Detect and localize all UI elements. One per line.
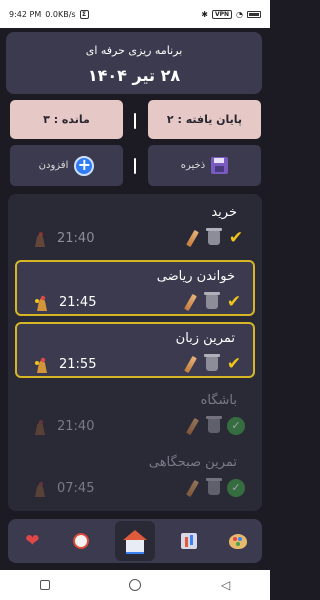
task-actions: ✔	[181, 292, 243, 312]
app-title: برنامه ریزی حرفه ای	[85, 44, 183, 57]
alarm-rooster-icon	[35, 482, 45, 497]
task-actions: ✓	[183, 416, 245, 435]
task-name: خواندن ریاضی	[156, 269, 235, 284]
home-nav-icon[interactable]	[129, 579, 142, 591]
task-time: 21:55	[59, 357, 97, 372]
stats-divider	[134, 113, 136, 129]
remaining-count-card: مانده : ۳	[10, 100, 123, 139]
task-row[interactable]: خرید 21:40 ✔	[15, 198, 255, 254]
done-badge-icon[interactable]: ✓	[227, 417, 245, 435]
tab-stats[interactable]	[174, 526, 204, 556]
trash-icon[interactable]	[205, 478, 223, 497]
status-left: 9:42 PM 0.0KB/s Σ	[9, 9, 89, 19]
trash-icon[interactable]	[203, 292, 221, 311]
palette-icon	[228, 533, 247, 549]
alarm-rooster-icon	[35, 232, 45, 247]
edit-pencil-icon[interactable]	[183, 229, 201, 247]
status-speed: 0.0KB/s	[45, 9, 76, 19]
plus-icon: +	[74, 155, 95, 176]
trash-icon[interactable]	[205, 416, 223, 435]
task-time: 21:40	[57, 231, 95, 246]
bluetooth-icon: ✱	[201, 9, 208, 19]
app-screen: برنامه ریزی حرفه ای ۲۸ تیر ۱۴۰۴ پایان یا…	[0, 28, 270, 570]
back-icon[interactable]: ◁	[221, 578, 230, 592]
recents-icon[interactable]	[39, 580, 50, 590]
tab-favorites[interactable]: ❤	[17, 526, 47, 556]
task-time: 21:40	[57, 419, 95, 434]
task-name: تمرین زبان	[175, 331, 235, 346]
edit-pencil-icon[interactable]	[181, 355, 199, 373]
vpn-icon: VPN	[211, 9, 233, 19]
alarm-clock-icon	[73, 533, 90, 549]
home-icon	[122, 530, 147, 554]
edit-pencil-icon[interactable]	[181, 293, 199, 311]
current-date: ۲۸ تیر ۱۴۰۴	[87, 66, 181, 85]
edit-pencil-icon[interactable]	[183, 479, 201, 497]
status-right: ✱ VPN ◔	[201, 9, 261, 19]
alarm-rooster-icon	[35, 420, 45, 435]
alarm-rooster-icon	[35, 295, 47, 311]
alarm-rooster-icon	[35, 357, 47, 373]
chart-icon	[180, 533, 197, 549]
done-badge-icon[interactable]: ✓	[227, 479, 245, 497]
save-button[interactable]: ذخیره	[148, 145, 261, 186]
done-count-card: پایان یافته : ۲	[148, 100, 261, 139]
task-time: 07:45	[57, 481, 95, 496]
edit-pencil-icon[interactable]	[183, 417, 201, 435]
check-icon[interactable]: ✔	[227, 228, 245, 248]
task-row-completed[interactable]: باشگاه 21:40 ✓	[15, 386, 255, 442]
task-time: 21:45	[59, 295, 97, 310]
task-row[interactable]: تمرین زبان 21:55 ✔	[15, 322, 255, 378]
system-nav-bar: ◁	[0, 570, 270, 600]
wifi-icon: ◔	[236, 9, 243, 19]
task-list[interactable]: خرید 21:40 ✔ خواندن ریاضی 21:45 ✔ تمرین …	[8, 194, 262, 511]
bottom-tab-bar: ❤	[8, 519, 262, 563]
status-bar: 9:42 PM 0.0KB/s Σ ✱ VPN ◔	[0, 0, 270, 28]
task-actions: ✓	[183, 478, 245, 497]
tab-theme[interactable]	[223, 526, 253, 556]
task-actions: ✔	[183, 228, 245, 248]
check-icon[interactable]: ✔	[225, 292, 243, 312]
task-row[interactable]: خواندن ریاضی 21:45 ✔	[15, 260, 255, 316]
check-icon[interactable]: ✔	[225, 354, 243, 374]
remaining-count-label: مانده : ۳	[43, 113, 90, 126]
tab-home[interactable]	[114, 521, 155, 561]
task-row-completed[interactable]: تمرین صبحگاهی 07:45 ✓	[15, 448, 255, 504]
notification-badge-icon: Σ	[79, 9, 89, 19]
battery-icon	[247, 10, 261, 18]
task-name: باشگاه	[200, 393, 237, 408]
done-count-label: پایان یافته : ۲	[166, 113, 243, 126]
header-card: برنامه ریزی حرفه ای ۲۸ تیر ۱۴۰۴	[6, 32, 262, 94]
save-icon	[211, 157, 229, 174]
task-name: تمرین صبحگاهی	[148, 455, 237, 470]
tab-alarms[interactable]	[66, 526, 96, 556]
trash-icon[interactable]	[205, 228, 223, 247]
add-button[interactable]: افزودن +	[10, 145, 123, 186]
heart-icon: ❤	[25, 531, 40, 551]
trash-icon[interactable]	[203, 354, 221, 373]
save-label: ذخیره	[180, 160, 206, 171]
add-label: افزودن	[38, 160, 69, 171]
status-time: 9:42 PM	[9, 9, 42, 19]
actions-divider	[134, 158, 136, 174]
task-name: خرید	[211, 205, 237, 220]
task-actions: ✔	[181, 354, 243, 374]
